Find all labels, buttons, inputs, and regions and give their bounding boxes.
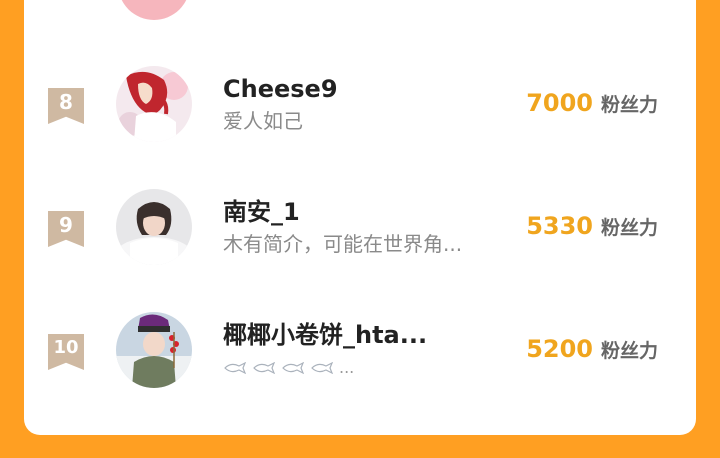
user-bio: ... <box>339 358 355 377</box>
user-bio: 木有简介，可能在世界角... <box>223 232 463 256</box>
rank-number: 9 <box>59 213 73 237</box>
ranking-row[interactable]: 9 南安_1 木有简介，可能在世界角... 5330 粉丝力 <box>24 175 696 275</box>
fans-count: 7000 粉丝力 <box>526 88 658 121</box>
ranking-row[interactable]: 10 椰椰小卷饼_hta... ... 5200 粉丝力 <box>24 298 696 398</box>
fish-icon <box>311 362 334 374</box>
fans-unit: 粉丝力 <box>600 217 658 239</box>
fans-number: 7000 <box>526 89 593 117</box>
ranking-card: 妳好 8 Cheese9 爱人如己 7000 粉丝力 9 <box>24 0 696 435</box>
avatar[interactable] <box>116 189 192 265</box>
fans-count: 5330 粉丝力 <box>526 211 658 244</box>
fans-unit: 粉丝力 <box>600 94 658 116</box>
rank-number: 10 <box>53 337 79 358</box>
fans-number: 5330 <box>526 212 593 240</box>
fans-count: 5200 粉丝力 <box>526 334 658 367</box>
rank-badge: 8 <box>48 88 84 124</box>
bio-fish-emojis: ... <box>223 360 354 376</box>
fish-icon <box>253 362 276 374</box>
avatar[interactable] <box>118 0 190 20</box>
rank-badge: 10 <box>48 334 84 370</box>
user-name[interactable]: 南安_1 <box>223 197 300 227</box>
user-name[interactable]: 椰椰小卷饼_hta... <box>223 320 427 350</box>
user-name[interactable]: Cheese9 <box>223 74 338 104</box>
ranking-row[interactable]: 8 Cheese9 爱人如己 7000 粉丝力 <box>24 52 696 152</box>
fish-icon <box>282 362 305 374</box>
avatar[interactable] <box>116 312 192 388</box>
rank-number: 8 <box>59 90 73 114</box>
avatar-image <box>116 189 192 265</box>
rank-badge: 9 <box>48 211 84 247</box>
avatar[interactable] <box>116 66 192 142</box>
avatar-image <box>116 66 192 142</box>
user-bio: 爱人如己 <box>223 109 303 133</box>
avatar-image <box>116 312 192 388</box>
ranking-row-partial[interactable]: 妳好 <box>24 0 696 20</box>
fans-unit: 粉丝力 <box>600 340 658 362</box>
fish-icon <box>224 362 247 374</box>
fans-number: 5200 <box>526 335 593 363</box>
